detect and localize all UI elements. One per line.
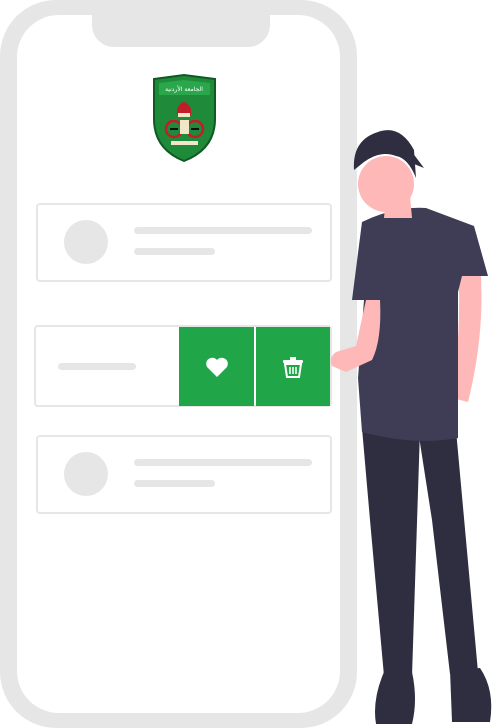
leg <box>362 428 420 676</box>
avatar-placeholder <box>64 452 108 496</box>
hair <box>353 130 416 178</box>
text-line-placeholder <box>134 248 215 255</box>
avatar-placeholder <box>64 220 108 264</box>
text-line-placeholder <box>134 227 312 234</box>
arm <box>452 262 482 402</box>
text-line-placeholder <box>134 459 312 466</box>
list-item[interactable] <box>36 203 332 282</box>
shirt <box>352 207 488 441</box>
trash-icon <box>283 356 303 378</box>
head <box>358 156 414 212</box>
list-item[interactable] <box>36 435 332 514</box>
shoe <box>375 672 415 724</box>
favorite-button[interactable] <box>179 327 254 406</box>
text-line-placeholder <box>58 363 136 370</box>
svg-text:الجامعة الأردنية: الجامعة الأردنية <box>165 85 203 93</box>
delete-button[interactable] <box>256 327 330 406</box>
shoe <box>450 668 492 722</box>
phone-notch <box>92 0 270 47</box>
leg <box>418 430 478 674</box>
heart-icon <box>205 357 228 377</box>
text-line-placeholder <box>134 480 215 487</box>
university-logo: الجامعة الأردنية <box>153 73 216 163</box>
neck <box>384 196 412 218</box>
